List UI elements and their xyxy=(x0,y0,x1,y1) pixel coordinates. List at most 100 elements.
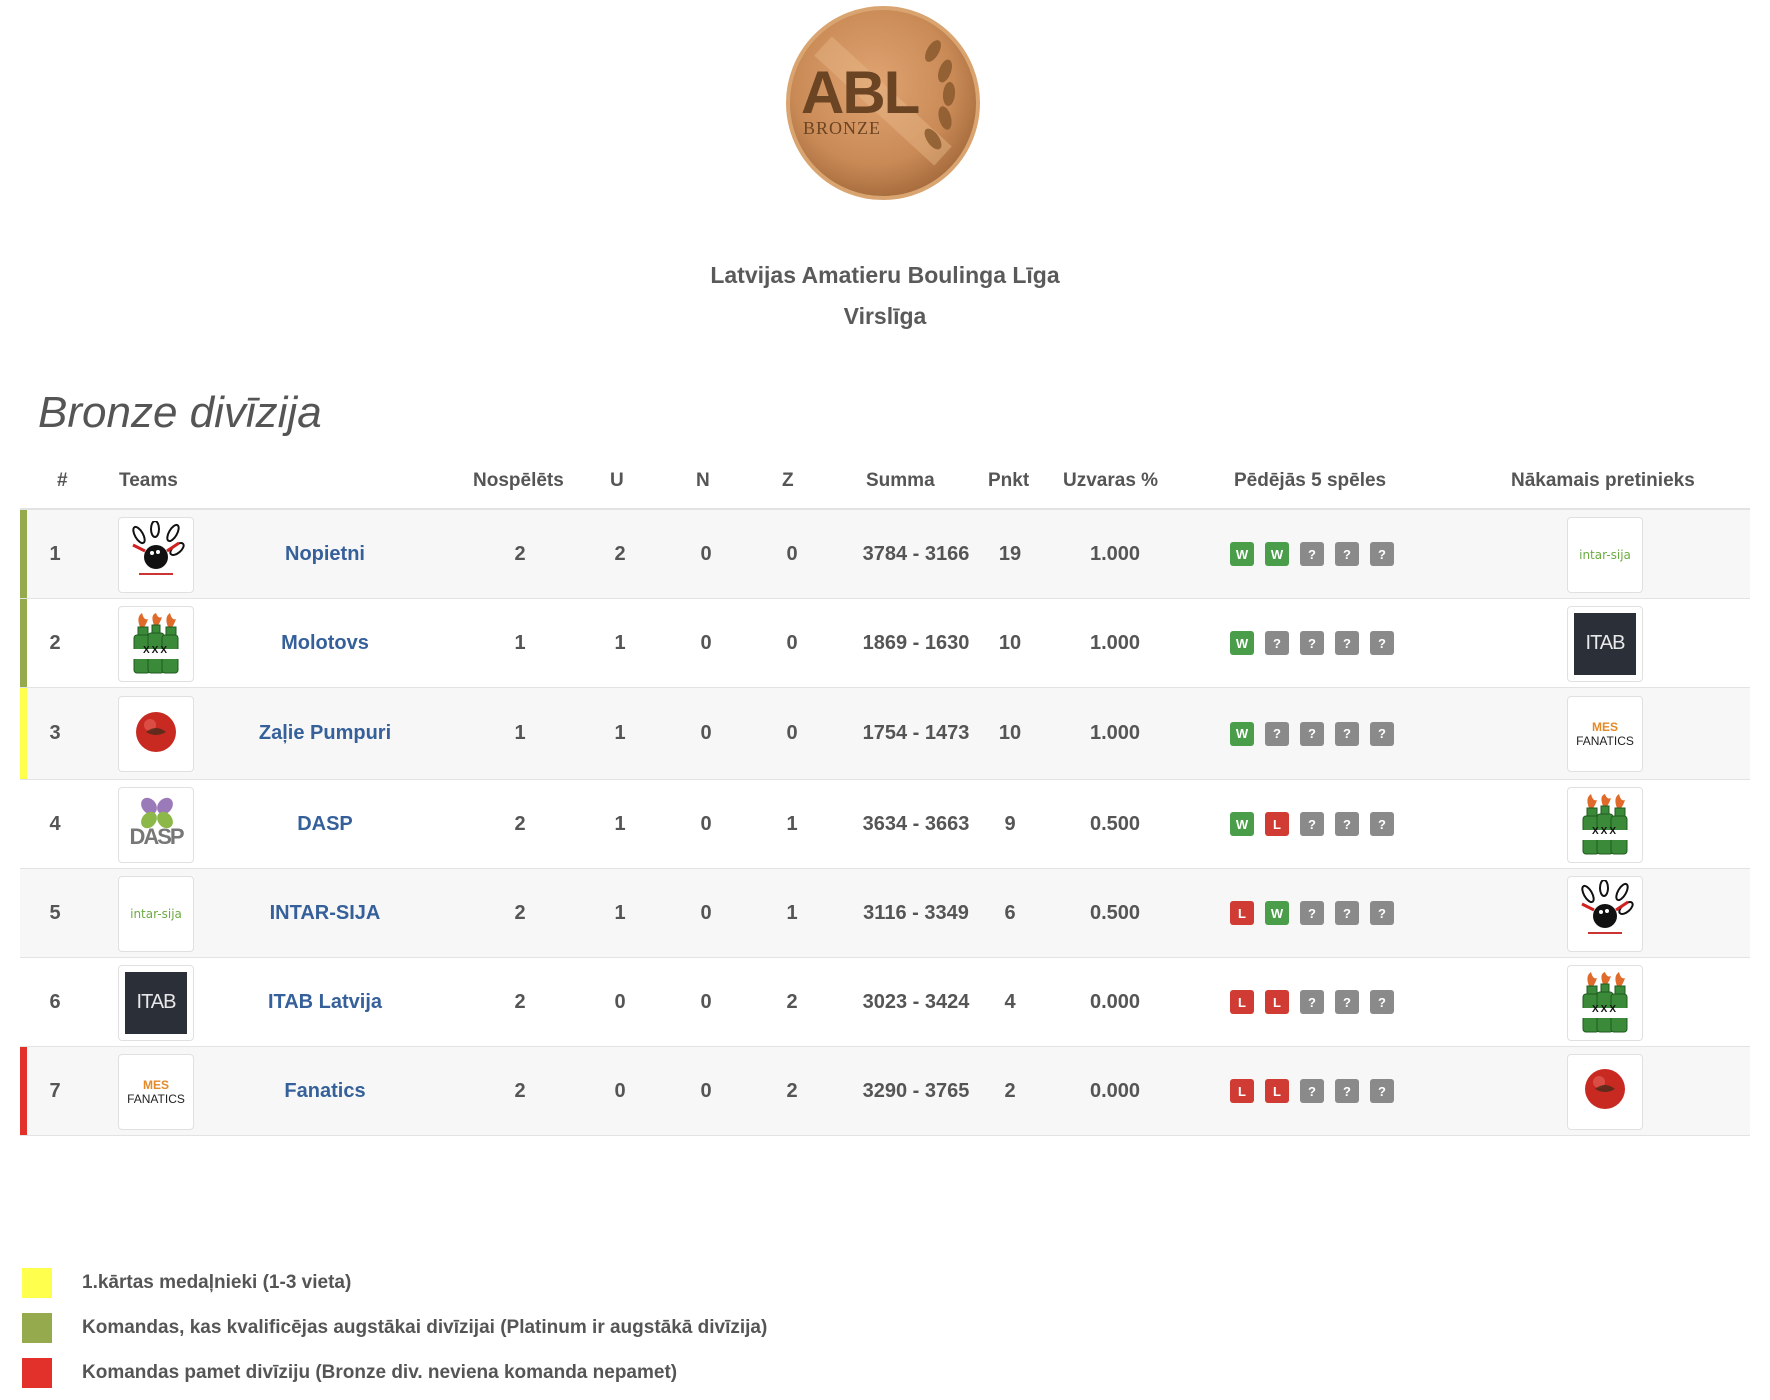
row-drawn: 0 xyxy=(700,1079,712,1102)
team-logo[interactable]: MES FANATICS xyxy=(118,1053,194,1130)
col-team: Teams xyxy=(119,470,178,491)
loss-badge: L xyxy=(1265,990,1289,1014)
row-total: 3634 - 3663 xyxy=(862,812,970,835)
row-status-bar xyxy=(20,510,27,598)
row-drawn: 0 xyxy=(700,812,712,835)
fanatics-logo-main: FANATICS xyxy=(127,1091,185,1106)
last5-form: L L??? xyxy=(1230,1047,1394,1135)
row-points: 19 xyxy=(998,542,1022,565)
row-total: 3290 - 3765 xyxy=(862,1079,970,1102)
row-win-pct: 0.500 xyxy=(1089,812,1141,835)
row-total: 3784 - 3166 xyxy=(862,542,970,565)
loss-badge: L xyxy=(1230,990,1254,1014)
col-points: Pnkt xyxy=(988,470,1030,491)
red-ball-icon xyxy=(1583,1067,1627,1116)
table-row: 7 MES FANATICS Fanatics 2 0 0 2 3290 - 3765 2 0.00… xyxy=(20,1047,1750,1136)
unknown-badge: ? xyxy=(1335,901,1359,925)
legend-text: Komandas pamet divīziju (Bronze div. nev… xyxy=(82,1362,678,1383)
row-rank: 2 xyxy=(49,631,61,654)
unknown-badge: ? xyxy=(1300,631,1324,655)
col-win-pct: Uzvaras % xyxy=(1063,470,1159,491)
row-drawn: 0 xyxy=(700,990,712,1013)
team-link[interactable]: Fanatics xyxy=(284,1080,365,1103)
row-drawn: 0 xyxy=(700,722,712,744)
row-played: 1 xyxy=(514,631,526,654)
team-link[interactable]: DASP xyxy=(297,813,353,836)
legend-swatch xyxy=(22,1358,52,1388)
team-logo[interactable]: DASP xyxy=(118,786,194,863)
unknown-badge: ? xyxy=(1370,542,1394,566)
win-badge: W xyxy=(1265,901,1289,925)
row-win-pct: 1.000 xyxy=(1089,542,1141,565)
unknown-badge: ? xyxy=(1335,721,1359,746)
molotov-bottles-icon: XXX xyxy=(130,612,182,675)
team-link[interactable]: Molotovs xyxy=(281,632,369,655)
unknown-badge: ? xyxy=(1335,990,1359,1014)
team-link[interactable]: Zaļie Pumpuri xyxy=(259,722,391,745)
table-row: 3 Zaļie Pumpuri 1 1 0 0 1754 - 1473 10 1.000 W???… xyxy=(20,688,1750,780)
row-win-pct: 1.000 xyxy=(1089,631,1141,654)
unknown-badge: ? xyxy=(1265,721,1289,746)
row-points: 10 xyxy=(998,722,1022,744)
team-link[interactable]: INTAR-SIJA xyxy=(270,902,381,925)
row-played: 2 xyxy=(514,812,526,835)
logo-subtext: BRONZE xyxy=(803,118,881,138)
legend-swatch xyxy=(22,1313,52,1343)
league-name: Latvijas Amatieru Boulinga Līga xyxy=(710,262,1060,288)
row-won: 1 xyxy=(614,631,626,654)
last5-form: W???? xyxy=(1230,599,1394,687)
red-ball-icon xyxy=(134,710,178,759)
row-lost: 0 xyxy=(786,542,798,565)
unknown-badge: ? xyxy=(1370,1079,1394,1103)
next-opponent-logo[interactable] xyxy=(1567,875,1643,952)
row-played: 2 xyxy=(514,542,526,565)
team-name-cell: DASP xyxy=(215,780,435,868)
row-played: 2 xyxy=(514,901,526,924)
team-link[interactable]: Nopietni xyxy=(285,543,365,566)
next-opponent-logo[interactable] xyxy=(1567,1053,1643,1130)
team-link[interactable]: ITAB Latvija xyxy=(268,991,382,1014)
next-opponent-logo[interactable]: XXX xyxy=(1567,786,1643,863)
win-badge: W xyxy=(1265,542,1289,566)
row-total: 3023 - 3424 xyxy=(862,990,970,1013)
next-opponent-logo[interactable]: XXX xyxy=(1567,964,1643,1041)
next-opponent-logo[interactable]: intar-sija xyxy=(1567,516,1643,593)
team-name-cell: Zaļie Pumpuri xyxy=(215,688,435,779)
next-opponent-logo[interactable]: ITAB xyxy=(1567,605,1643,682)
team-logo[interactable]: intar-sija xyxy=(118,875,194,952)
next-opponent-logo[interactable]: MES FANATICS xyxy=(1567,696,1643,772)
intar-sija-logo: intar-sija xyxy=(1579,547,1631,562)
team-logo[interactable] xyxy=(118,516,194,593)
team-logo[interactable] xyxy=(118,696,194,772)
legend-text: 1.kārtas medaļnieki (1-3 vieta) xyxy=(82,1272,352,1293)
col-total: Summa xyxy=(866,470,935,491)
win-badge: W xyxy=(1230,631,1254,655)
row-lost: 0 xyxy=(786,631,798,654)
itab-logo: ITAB xyxy=(125,971,187,1034)
row-rank: 1 xyxy=(49,542,61,565)
team-logo[interactable]: XXX xyxy=(118,605,194,682)
molotov-bottles-icon: XXX xyxy=(1579,971,1631,1034)
row-played: 1 xyxy=(514,722,526,744)
dasp-logo: DASP xyxy=(125,794,187,856)
row-won: 0 xyxy=(614,1079,626,1102)
row-status-bar xyxy=(20,1047,27,1135)
row-total: 1754 - 1473 xyxy=(862,722,970,744)
molotov-logo-text: XXX xyxy=(1591,1004,1618,1015)
table-row: 1 Nopietni 2 2 0 0 3784 - 3166 19 1.000 W W??? inta… xyxy=(20,510,1750,599)
table-header: # Teams Nospēlēts U N Z Summa Pnkt Uzvar… xyxy=(20,456,1750,510)
win-badge: W xyxy=(1230,542,1254,566)
legend-text: Komandas, kas kvalificējas augstākai div… xyxy=(82,1317,768,1338)
loss-badge: L xyxy=(1230,901,1254,925)
fanatics-logo: MES FANATICS xyxy=(1576,720,1634,748)
team-logo[interactable]: ITAB xyxy=(118,964,194,1041)
loss-badge: L xyxy=(1230,1079,1254,1103)
row-total: 1869 - 1630 xyxy=(862,631,970,654)
row-total: 3116 - 3349 xyxy=(863,901,969,924)
unknown-badge: ? xyxy=(1370,990,1394,1014)
unknown-badge: ? xyxy=(1300,721,1324,746)
row-lost: 0 xyxy=(786,722,798,744)
row-rank: 4 xyxy=(49,812,61,835)
row-win-pct: 0.000 xyxy=(1089,1079,1141,1102)
row-points: 4 xyxy=(1004,990,1016,1013)
